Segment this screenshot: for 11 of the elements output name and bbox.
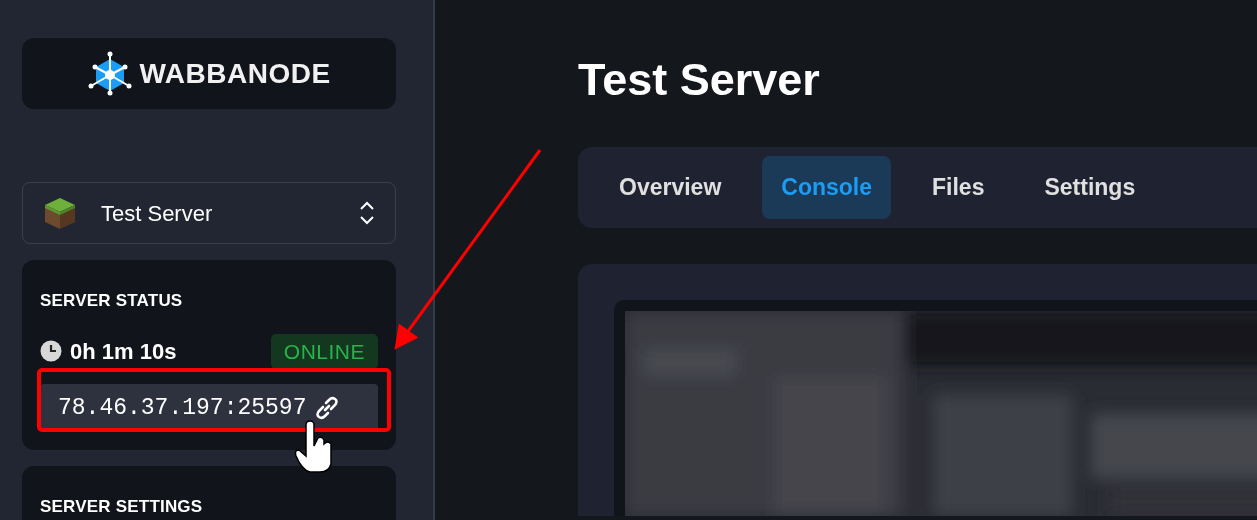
- uptime: 0h 1m 10s: [70, 337, 177, 366]
- section-heading: SERVER SETTINGS: [40, 496, 204, 518]
- server-selector[interactable]: Test Server: [22, 182, 396, 244]
- tab[interactable]: Files: [913, 156, 1004, 219]
- brand-name: WABBANODE: [139, 56, 331, 91]
- tab[interactable]: Console: [762, 156, 892, 219]
- tab[interactable]: Overview: [600, 156, 741, 219]
- page-title: Test Server: [578, 53, 821, 107]
- status-badge: ONLINE: [270, 333, 378, 369]
- tab[interactable]: Settings: [1025, 156, 1155, 219]
- section-heading: SERVER STATUS: [40, 290, 184, 312]
